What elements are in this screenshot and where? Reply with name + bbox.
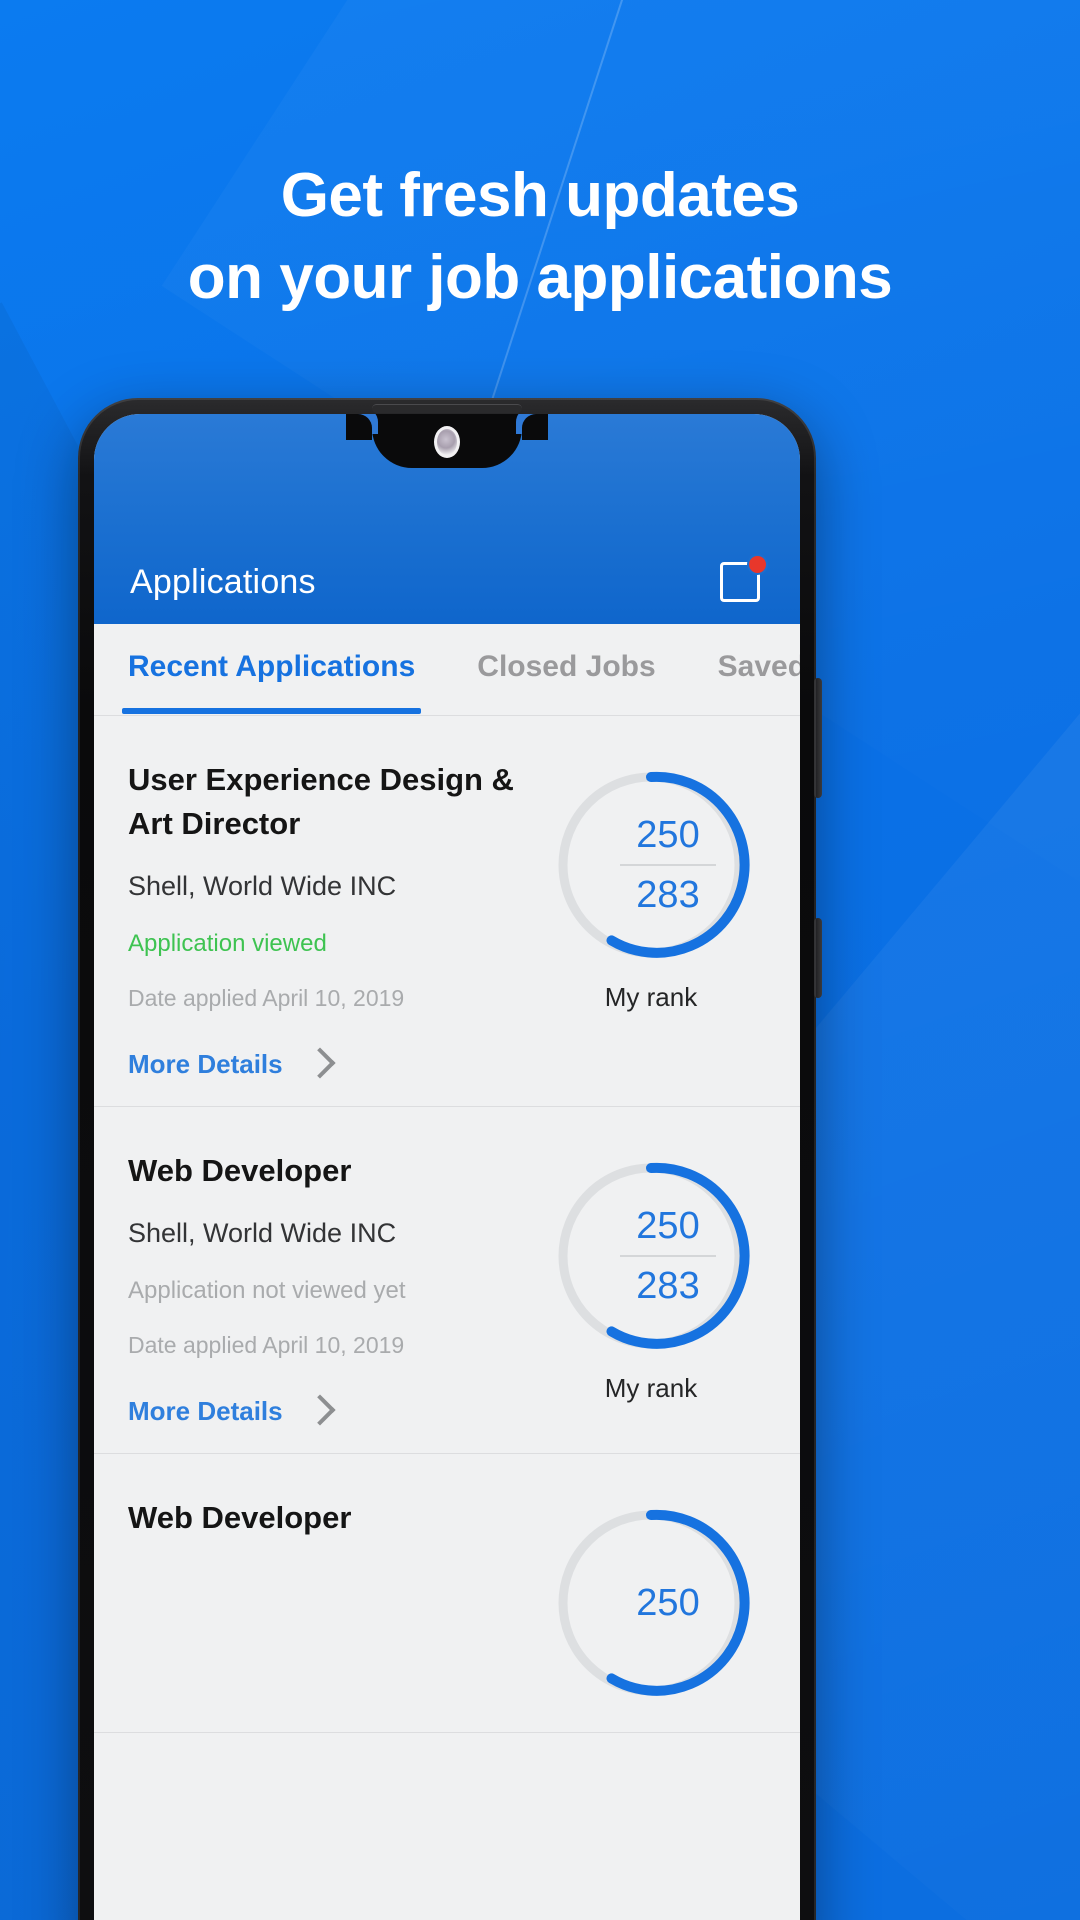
headline-line-1: Get fresh updates <box>280 161 800 230</box>
job-title: Web Developer <box>128 1153 352 1188</box>
rank-divider <box>620 864 716 866</box>
power-button[interactable] <box>814 918 822 998</box>
phone-screen: Applications Recent Applications Closed … <box>94 414 800 1920</box>
volume-button[interactable] <box>814 678 822 798</box>
company-name: Shell, World Wide INC <box>128 1218 397 1248</box>
headline-line-2: on your job applications <box>187 243 893 312</box>
date-applied: Date applied April 10, 2019 <box>128 1332 405 1358</box>
tab-bar[interactable]: Recent Applications Closed Jobs Saved <box>94 624 800 716</box>
rank-section: 250 283 My rank <box>536 758 766 1013</box>
rank-label: My rank <box>604 982 698 1012</box>
rank-value: 250 <box>636 1582 700 1624</box>
chevron-right-icon <box>307 1048 327 1080</box>
more-details-label: More Details <box>128 1395 283 1426</box>
application-status: Application not viewed yet <box>128 1277 406 1304</box>
application-card[interactable]: Web Developer Shell, World Wide INC Appl… <box>94 1107 800 1454</box>
phone-mockup: Applications Recent Applications Closed … <box>78 398 822 1920</box>
tab-recent-applications[interactable]: Recent Applications <box>122 649 422 714</box>
rank-gauge: 250 283 <box>548 1153 754 1359</box>
notification-badge-dot <box>747 554 768 575</box>
more-details-label: More Details <box>128 1048 283 1079</box>
rank-total: 283 <box>636 1265 700 1307</box>
rank-gauge: 250 283 <box>548 762 754 968</box>
tab-label: Recent Applications <box>128 649 416 683</box>
applications-list[interactable]: User Experience Design & Art Director Sh… <box>94 716 800 1920</box>
app-bar-actions <box>720 554 768 602</box>
tab-label: Saved <box>717 649 800 683</box>
application-card-info: Web Developer Shell, World Wide INC Appl… <box>128 1149 536 1427</box>
more-details-button[interactable]: More Details <box>128 1395 536 1427</box>
notification-square-icon[interactable] <box>720 554 768 602</box>
rank-total: 283 <box>636 874 700 916</box>
front-camera-icon <box>434 426 460 458</box>
application-card[interactable]: User Experience Design & Art Director Sh… <box>94 716 800 1107</box>
display-notch <box>346 414 548 468</box>
chevron-right-icon <box>307 1395 327 1427</box>
job-title: User Experience Design & Art Director <box>128 762 514 841</box>
rank-section: 250 <box>536 1496 766 1706</box>
date-applied: Date applied April 10, 2019 <box>128 985 405 1011</box>
rank-values: 250 283 <box>548 762 754 968</box>
tab-saved[interactable]: Saved <box>718 650 800 690</box>
application-card-info: Web Developer <box>128 1496 536 1540</box>
rank-value: 250 <box>636 1205 700 1247</box>
tab-closed-jobs[interactable]: Closed Jobs <box>477 650 655 690</box>
tab-label: Closed Jobs <box>477 649 656 683</box>
app-bar-title: Applications <box>130 563 316 601</box>
application-status: Application viewed <box>128 930 327 957</box>
rank-value: 250 <box>636 814 700 856</box>
rank-divider <box>620 1255 716 1257</box>
rank-label: My rank <box>604 1373 698 1403</box>
tab-active-indicator <box>122 707 422 714</box>
company-name: Shell, World Wide INC <box>128 871 397 901</box>
rank-gauge: 250 <box>548 1500 754 1706</box>
earpiece-speaker <box>372 404 522 413</box>
more-details-button[interactable]: More Details <box>128 1048 536 1080</box>
promo-headline: Get fresh updates on your job applicatio… <box>0 155 1080 319</box>
application-card[interactable]: Web Developer 250 <box>94 1454 800 1733</box>
rank-values: 250 283 <box>548 1153 754 1359</box>
job-title: Web Developer <box>128 1500 352 1535</box>
rank-section: 250 283 My rank <box>536 1149 766 1404</box>
rank-values: 250 <box>548 1500 754 1706</box>
application-card-info: User Experience Design & Art Director Sh… <box>128 758 536 1080</box>
